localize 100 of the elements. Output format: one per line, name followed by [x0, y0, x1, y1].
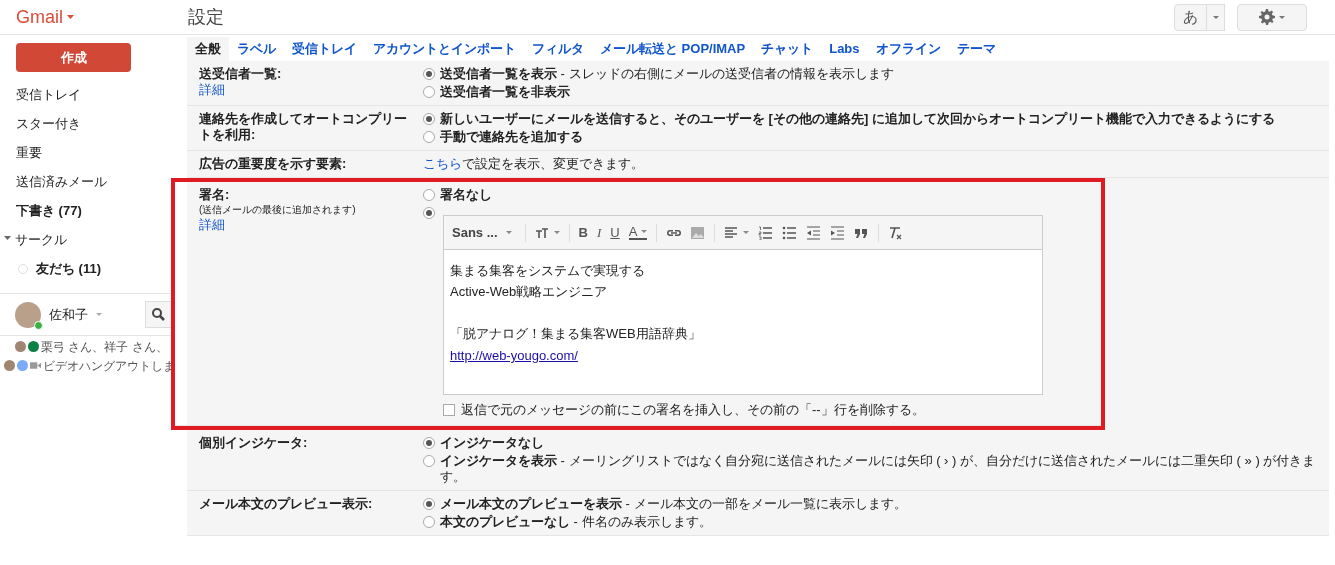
- format-button[interactable]: U: [610, 222, 620, 243]
- indent-icon: [830, 225, 846, 240]
- radio-checked[interactable]: [423, 497, 435, 510]
- setting-label: 広告の重要度を示す要素:: [199, 156, 348, 172]
- settings-tab[interactable]: フィルタ: [524, 37, 592, 61]
- settings-tab[interactable]: チャット: [753, 37, 822, 61]
- clear-formatting-button[interactable]: [888, 225, 904, 240]
- option-label: 送受信者一覧を非表示: [440, 84, 570, 100]
- outdent-button[interactable]: [806, 225, 822, 240]
- option-label: 送受信者一覧を表示 - スレッドの右側にメールの送受信者の情報を表示します: [440, 66, 894, 82]
- compose-button[interactable]: 作成: [16, 43, 131, 72]
- details-link[interactable]: 詳細: [199, 82, 411, 98]
- option-label: 新しいユーザーにメールを送信すると、そのユーザーを [その他の連絡先] に追加して次回からオートコンプリート機能で入力できるようにする: [440, 111, 1275, 127]
- nav-item[interactable]: 受信トレイ: [0, 80, 175, 109]
- avatar: [15, 301, 41, 328]
- settings-icon: [1259, 9, 1275, 25]
- radio-unchecked[interactable]: [423, 189, 435, 201]
- settings-tab[interactable]: Labs: [821, 37, 868, 61]
- caret-icon: [553, 231, 560, 234]
- settings-tab[interactable]: メール転送と POP/IMAP: [592, 37, 754, 61]
- details-link[interactable]: 詳細: [199, 217, 411, 233]
- settings-tab[interactable]: オフライン: [867, 37, 949, 61]
- align-button[interactable]: [724, 225, 750, 240]
- settings-tab[interactable]: アカウントとインポート: [365, 37, 524, 61]
- nav-item[interactable]: 送信済みメール: [0, 167, 175, 196]
- format-button[interactable]: I: [596, 222, 602, 243]
- ad-settings-link[interactable]: こちら: [423, 156, 462, 171]
- numbered-list-button[interactable]: [758, 225, 774, 240]
- signature-line: 集まる集客をシステムで実現する: [450, 262, 646, 280]
- setting-label: 署名:: [199, 187, 231, 203]
- radio-checked[interactable]: [423, 207, 435, 219]
- radio-checked[interactable]: [423, 113, 435, 125]
- indent-button[interactable]: [830, 225, 846, 240]
- gmail-logo[interactable]: Gmail: [16, 3, 63, 31]
- circle-item[interactable]: 友だち (11): [36, 258, 101, 279]
- settings-tab[interactable]: テーマ: [948, 37, 1004, 61]
- caret-icon: [96, 313, 102, 316]
- caret-icon: [743, 231, 750, 234]
- clear-formatting-icon: [888, 225, 904, 240]
- settings-tab[interactable]: 全般: [187, 37, 229, 61]
- radio-unchecked[interactable]: [423, 131, 435, 143]
- avatar: [28, 341, 39, 352]
- checkbox-label: 返信で元のメッセージの前にこの署名を挿入し、その前の「--」行を削除する。: [461, 401, 925, 419]
- chat-contacts[interactable]: 栗弓 さん、祥子 さん、: [41, 337, 168, 356]
- setting-note: (送信メールの最後に追加されます): [199, 203, 357, 217]
- video-camera-icon: [30, 361, 41, 370]
- user-name[interactable]: 佐和子: [49, 304, 88, 325]
- setting-label: 個別インジケータ:: [199, 434, 309, 451]
- nav-item[interactable]: 重要: [0, 138, 175, 167]
- option-label: インジケータを表示 - メーリングリストではなく自分宛に送信されたメールには矢印 ( › ) が、自分だけに送信されたメールには二重矢印 ( » ) が付きます。: [440, 452, 1317, 485]
- setting-text: こちら で設定を表示、変更できます。: [423, 156, 645, 172]
- text-color-button[interactable]: A: [628, 225, 648, 240]
- signature-line: 「脱アナログ！集まる集客WEB用語辞典」: [450, 325, 702, 343]
- bulleted-list-icon: [782, 225, 798, 240]
- option-label: 手動で連絡先を追加する: [440, 129, 583, 145]
- numbered-list-icon: [758, 225, 774, 240]
- avatar: [17, 360, 28, 371]
- input-tools-button[interactable]: あ: [1174, 3, 1207, 31]
- nav-item[interactable]: スター付き: [0, 109, 175, 138]
- setting-label: 送受信者一覧:: [199, 66, 283, 82]
- caret-icon: [505, 231, 512, 234]
- setting-label: 連絡先を作成してオートコンプリートを利用:: [199, 111, 408, 143]
- setting-label: メール本文のプレビュー表示:: [199, 495, 374, 512]
- font-dropdown[interactable]: Sans ...: [452, 222, 512, 243]
- avatar: [15, 341, 26, 352]
- circle-icon: [18, 263, 28, 274]
- nav-item[interactable]: 下書き (77): [0, 196, 175, 225]
- checkbox-unchecked[interactable]: [443, 403, 455, 416]
- text-size-icon: [534, 225, 550, 240]
- option-label: インジケータなし: [440, 434, 544, 451]
- radio-checked[interactable]: [423, 68, 435, 80]
- avatar: [4, 360, 15, 371]
- search-icon: [152, 308, 165, 321]
- outdent-icon: [806, 225, 822, 240]
- text-size-button[interactable]: [534, 225, 560, 240]
- page-title: 設定: [188, 5, 224, 29]
- bulleted-list-button[interactable]: [782, 225, 798, 240]
- settings-button[interactable]: [1237, 3, 1307, 31]
- image-icon: [690, 225, 706, 240]
- signature-line: Active-Web戦略エンジニア: [450, 283, 609, 301]
- option-label: メール本文のプレビューを表示 - メール本文の一部をメール一覧に表示します。: [440, 495, 907, 512]
- caret-icon: [1279, 15, 1285, 19]
- caret-icon: [67, 15, 74, 19]
- input-tools-dropdown[interactable]: [1207, 3, 1225, 31]
- settings-tab[interactable]: 受信トレイ: [284, 37, 365, 61]
- caret-icon: [641, 230, 648, 233]
- format-button[interactable]: B: [578, 222, 588, 243]
- radio-unchecked[interactable]: [423, 515, 435, 528]
- option-label: 署名なし: [440, 187, 492, 203]
- search-button[interactable]: [145, 301, 172, 328]
- settings-tab[interactable]: ラベル: [229, 37, 284, 61]
- option-label: 本文のプレビューなし - 件名のみ表示します。: [440, 513, 712, 530]
- signature-editor[interactable]: 集まる集客をシステムで実現する Active-Web戦略エンジニア 「脱アナログ！集まる集客WEB用語辞典」 http://web-yougo.com/: [444, 250, 1042, 394]
- signature-link[interactable]: http://web-yougo.com/: [450, 348, 578, 363]
- radio-checked[interactable]: [423, 436, 435, 449]
- radio-unchecked[interactable]: [423, 86, 435, 98]
- radio-unchecked[interactable]: [423, 454, 435, 467]
- caret-icon: [1212, 15, 1219, 19]
- circles-item[interactable]: サークル: [15, 229, 67, 250]
- align-icon: [724, 225, 740, 240]
